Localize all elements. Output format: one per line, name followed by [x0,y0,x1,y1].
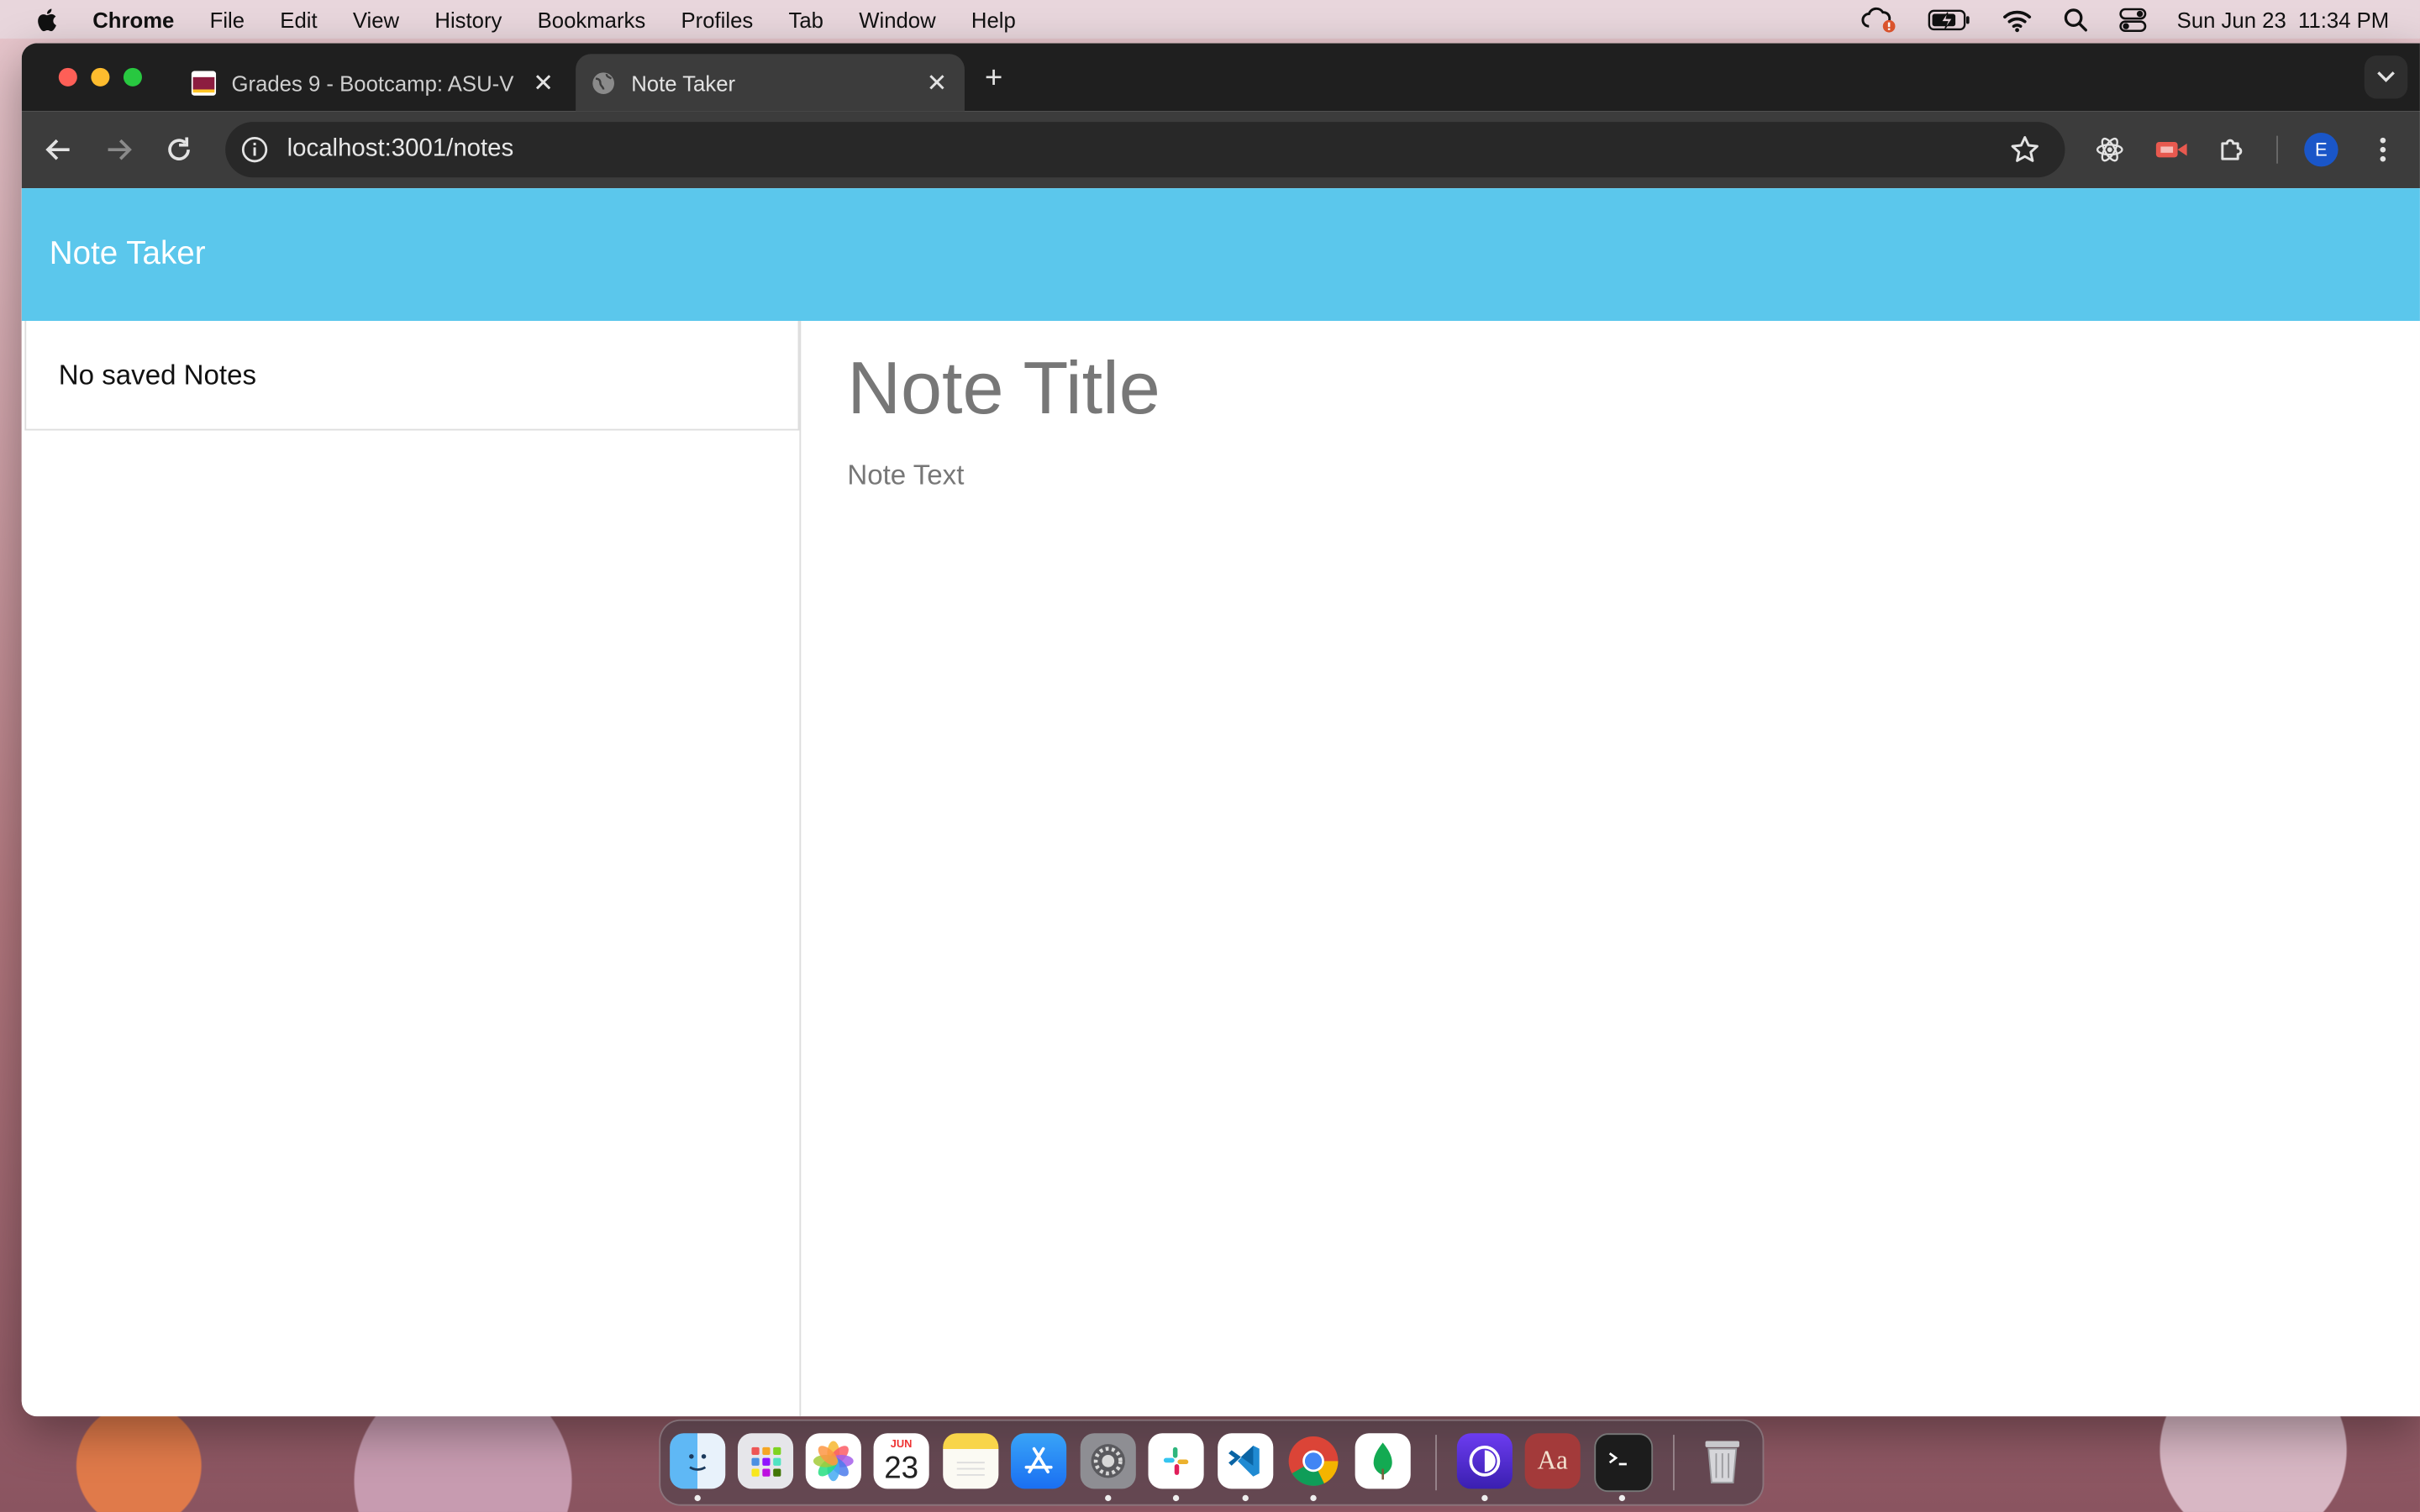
mongodb-compass-icon[interactable] [1355,1433,1411,1489]
close-tab-icon[interactable]: ✕ [524,67,561,98]
tab-note-taker[interactable]: Note Taker ✕ [576,54,965,112]
menubar-clock[interactable]: Sun Jun 23 11:34 PM [2177,7,2390,31]
tab-strip: Grades 9 - Bootcamp: ASU-V ✕ Note Taker … [21,43,2420,112]
launchpad-icon[interactable] [737,1433,794,1489]
menu-window[interactable]: Window [859,7,935,31]
kebab-menu-icon[interactable] [2365,131,2402,168]
browser-toolbar: localhost:3001/notes E [21,111,2420,189]
note-editor [801,321,2420,1416]
reload-button[interactable] [160,131,197,168]
minimize-window-button[interactable] [91,67,110,87]
asu-favicon [191,70,217,95]
list-item: No saved Notes [24,321,800,431]
notes-app-icon[interactable] [943,1433,999,1489]
menu-history[interactable]: History [434,7,502,31]
menu-app-name[interactable]: Chrome [92,7,174,31]
running-indicator [1172,1494,1180,1502]
slack-icon[interactable] [1148,1433,1204,1489]
profile-avatar[interactable]: E [2304,132,2338,167]
running-indicator [694,1494,701,1502]
globe-icon [592,71,615,94]
extensions-puzzle-icon[interactable] [2213,131,2250,168]
dictionary-label: Aa [1537,1445,1568,1475]
control-center-icon[interactable] [2118,7,2146,32]
terminal-icon[interactable] [1594,1433,1654,1493]
page-content: Note Taker No saved Notes [21,188,2420,1417]
calendar-day: 23 [884,1451,919,1485]
running-indicator [1618,1494,1626,1502]
menu-help[interactable]: Help [971,7,1016,31]
menu-bar: Chrome File Edit View History Bookmarks … [0,0,2420,39]
dictionary-icon[interactable]: Aa [1524,1433,1581,1489]
app-store-icon[interactable] [1011,1433,1067,1489]
dock: JUN 23 Aa [659,1419,1765,1506]
close-tab-icon[interactable]: ✕ [918,67,955,98]
creative-cloud-icon[interactable] [1859,5,1896,33]
browser-window: Grades 9 - Bootcamp: ASU-V ✕ Note Taker … [21,43,2420,1417]
menu-edit[interactable]: Edit [280,7,317,31]
new-tab-button[interactable]: + [985,61,1002,97]
arrow-left-icon [45,139,70,160]
bookmark-star-icon[interactable] [2009,134,2040,165]
menu-view[interactable]: View [353,7,399,31]
tab-title: Grades 9 - Bootcamp: ASU-V [231,70,514,95]
toolbar-divider [2276,135,2278,164]
dock-divider [1435,1435,1437,1491]
tab-search-button[interactable] [2364,55,2408,99]
url-text[interactable]: localhost:3001/notes [287,136,514,164]
photos-icon[interactable] [805,1433,861,1489]
close-window-button[interactable] [58,67,77,87]
wifi-icon[interactable] [2001,7,2032,32]
zoom-window-button[interactable] [123,67,142,87]
running-indicator [1105,1494,1112,1502]
app-brand[interactable]: Note Taker [50,236,206,273]
app-navbar: Note Taker [21,188,2420,322]
tab-grades[interactable]: Grades 9 - Bootcamp: ASU-V ✕ [176,54,571,111]
empty-notes-text: No saved Notes [58,359,257,390]
chevron-down-icon [2377,71,2395,82]
system-settings-icon[interactable] [1080,1433,1136,1489]
back-button[interactable] [40,131,77,168]
chrome-icon[interactable] [1286,1433,1341,1488]
menu-file[interactable]: File [210,7,245,31]
running-indicator [1310,1494,1317,1502]
menu-bookmarks[interactable]: Bookmarks [538,7,646,31]
note-title-input[interactable] [844,342,2363,435]
note-text-input[interactable] [844,456,2363,1327]
site-info-icon[interactable] [238,133,271,166]
menu-tab[interactable]: Tab [788,7,823,31]
arrow-right-icon [108,139,132,160]
forward-button[interactable] [100,131,137,168]
spotlight-search-icon[interactable] [2063,7,2087,31]
react-devtools-icon[interactable] [2091,131,2128,168]
menu-profiles[interactable]: Profiles [681,7,754,31]
dock-divider [1672,1435,1675,1491]
notes-list-panel: No saved Notes [22,321,802,1417]
running-indicator [1481,1494,1488,1502]
running-indicator [1242,1494,1249,1502]
address-bar[interactable]: localhost:3001/notes [225,122,2065,178]
screen-recorder-extension-icon[interactable] [2153,131,2190,168]
finder-icon[interactable] [670,1433,726,1489]
tor-browser-icon[interactable] [1456,1433,1512,1489]
reload-icon [168,137,190,160]
trash-icon[interactable] [1695,1433,1750,1488]
apple-icon[interactable] [34,5,61,33]
calendar-month: JUN [890,1438,913,1450]
tab-title: Note Taker [631,70,736,95]
calendar-icon[interactable]: JUN 23 [873,1433,929,1489]
battery-icon[interactable] [1927,8,1970,30]
vscode-icon[interactable] [1218,1433,1274,1489]
